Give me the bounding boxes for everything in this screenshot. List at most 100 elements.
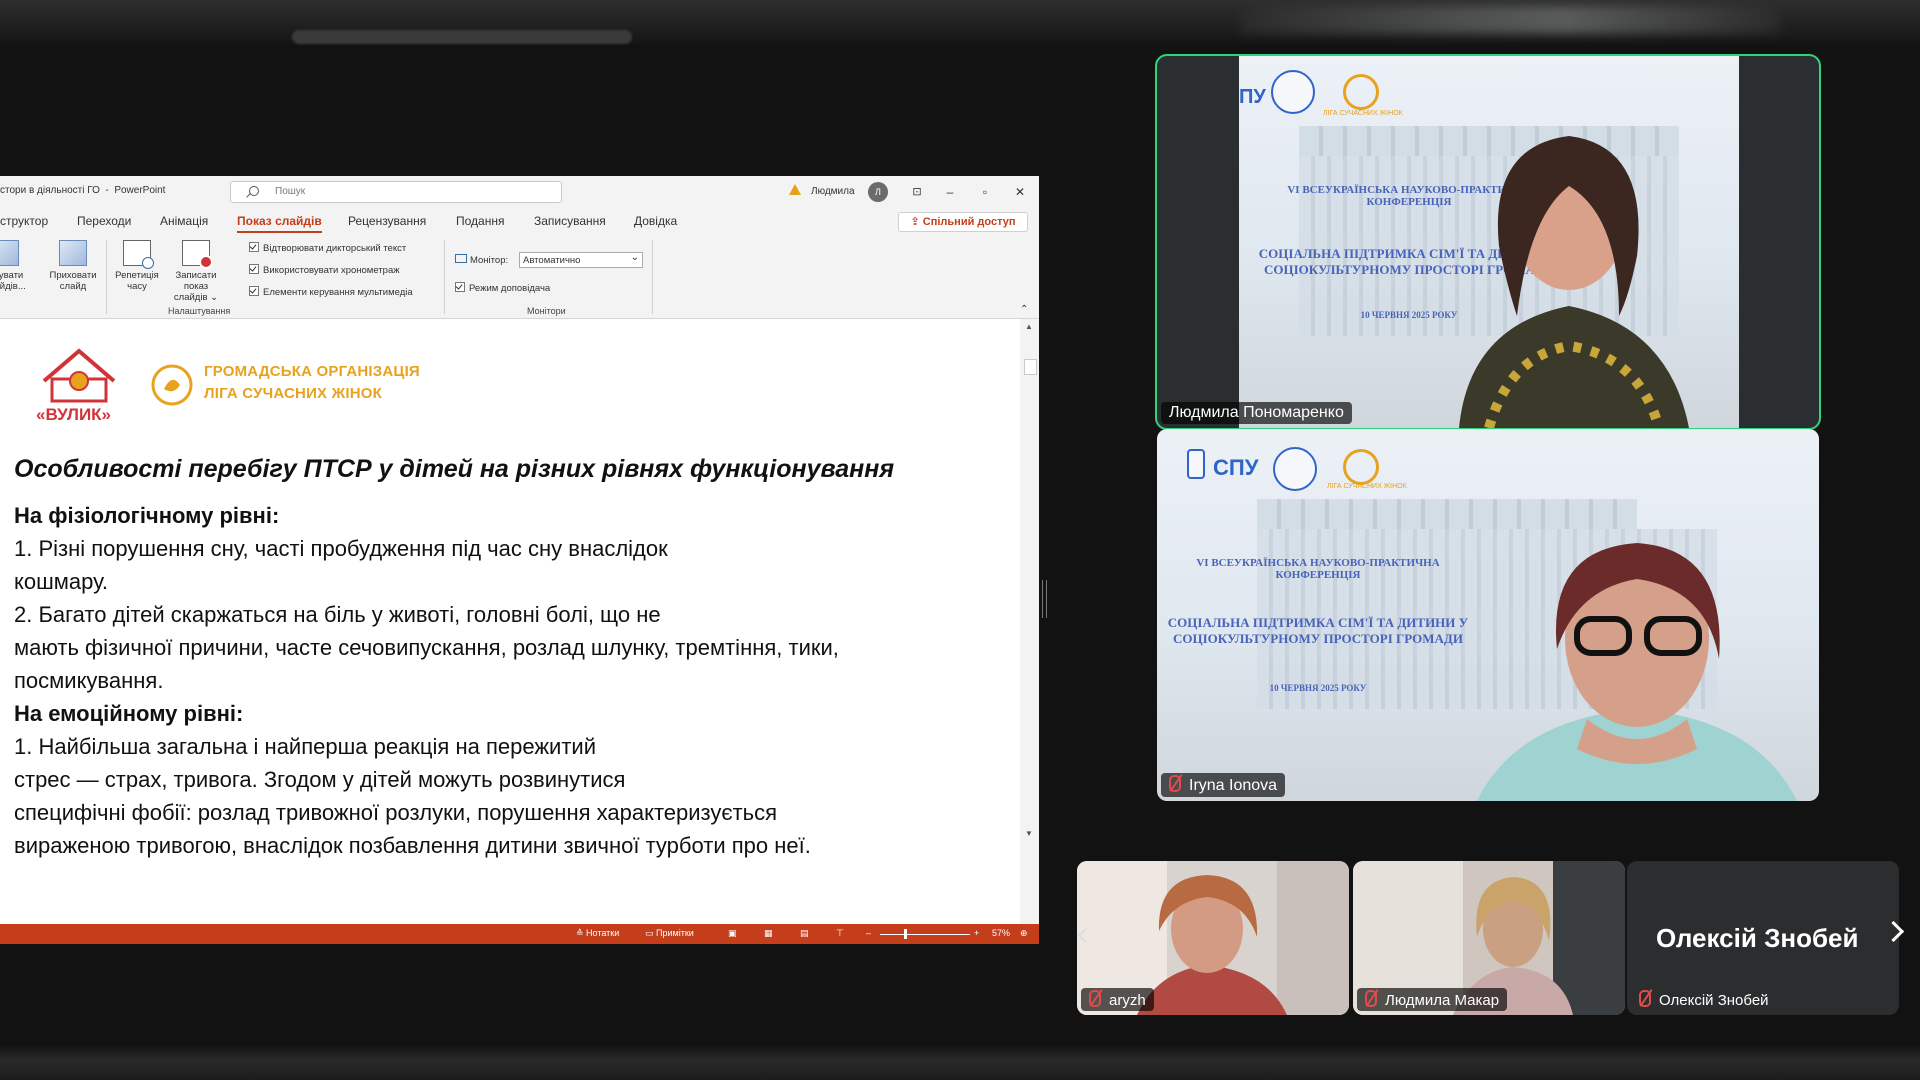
ppt-titlebar: стори в діяльності ГО - PowerPoint Пошук… xyxy=(0,176,1039,208)
slideshow-view-icon[interactable]: ⊤ xyxy=(836,928,844,939)
ribbon-separator xyxy=(106,240,107,314)
scroll-thumb[interactable] xyxy=(1024,359,1037,375)
group-label-monitors: Монітори xyxy=(527,306,566,316)
avatar[interactable]: Л xyxy=(868,182,888,202)
custom-slideshow-button[interactable]: штувати слайдів... xyxy=(0,240,32,292)
participant-placeholder-name: Олексій Знобей xyxy=(1656,923,1859,953)
user-name[interactable]: Людмила xyxy=(811,186,855,197)
record-slideshow-button[interactable]: Записати показ слайдів ⌄ xyxy=(166,240,226,303)
body-line: 1. Різні порушення сну, часті пробудженн… xyxy=(14,536,668,561)
monitor-label: Монітор: xyxy=(455,254,508,266)
zoom-slider-knob[interactable] xyxy=(904,929,907,939)
video-tile-4[interactable]: Людмила Макар xyxy=(1353,861,1625,1015)
participant-video xyxy=(1477,543,1797,801)
body-line: мають фізичної причини, часте сечовипуск… xyxy=(14,635,839,660)
record-icon xyxy=(182,240,213,269)
ribbon: штувати слайдів... Приховати слайд Репет… xyxy=(0,234,1039,319)
close-button[interactable]: ✕ xyxy=(1010,182,1030,202)
org-name: ГРОМАДСЬКА ОРГАНІЗАЦІЯ ЛІГА СУЧАСНИХ ЖІН… xyxy=(204,363,420,402)
group-label-setup: Налаштування xyxy=(168,306,231,316)
spu-logo: ПУ xyxy=(1239,86,1266,108)
tab-animations[interactable]: Анімація xyxy=(160,214,208,228)
body-line: вираженою тривогою, внаслідок позбавленн… xyxy=(14,833,811,858)
rehearse-timings-button[interactable]: Репетиція часу xyxy=(110,240,164,292)
participant-name: Iryna Ionova xyxy=(1161,773,1286,797)
fit-slide-icon[interactable]: ⊕ xyxy=(1020,928,1028,939)
top-tab-handle[interactable] xyxy=(292,30,632,44)
body-line: 2. Багато дітей скаржаться на біль у жив… xyxy=(14,602,661,627)
conference-poster: ПУ ЛІГА СУЧАСНИХ ЖІНОК VI ВСЕУКРАЇНСЬКА … xyxy=(1239,56,1739,428)
body-line: стрес — страх, тривога. Згодом у дітей м… xyxy=(14,767,626,792)
tab-help[interactable]: Довідка xyxy=(634,214,677,228)
league-emblem-icon xyxy=(1343,449,1379,485)
mic-off-icon xyxy=(1169,775,1181,792)
video-tile-1[interactable]: ПУ ЛІГА СУЧАСНИХ ЖІНОК VI ВСЕУКРАЇНСЬКА … xyxy=(1155,54,1821,430)
spu-logo: СПУ xyxy=(1213,455,1259,480)
tab-design[interactable]: структор xyxy=(0,214,48,228)
vertical-scrollbar[interactable]: ▲ ▼ xyxy=(1020,319,1039,924)
zoom-slider[interactable] xyxy=(880,934,970,935)
body-line: посмикування. xyxy=(14,668,164,693)
slide-body: На фізіологічному рівні: 1. Різні поруше… xyxy=(14,499,1004,862)
powerpoint-window: стори в діяльності ГО - PowerPoint Пошук… xyxy=(0,176,1039,944)
body-line: специфічні фобії: розлад тривожної розлу… xyxy=(14,800,778,825)
rehearse-clock-icon xyxy=(123,240,154,269)
zoom-in-icon[interactable]: + xyxy=(974,928,979,938)
normal-view-icon[interactable]: ▣ xyxy=(728,928,737,939)
vulyk-logo-text: «ВУЛИК» xyxy=(36,405,111,424)
tab-review[interactable]: Рецензування xyxy=(348,214,426,228)
participant-name: Олексій Знобей xyxy=(1631,988,1777,1011)
share-button[interactable]: ⇪ Спільний доступ xyxy=(898,212,1028,232)
splitter-handle[interactable] xyxy=(1042,580,1047,618)
body-line: 1. Найбільша загальна і найперша реакція… xyxy=(14,734,596,759)
heading-emotional: На емоційному рівні: xyxy=(14,701,244,726)
slide-title: Особливості перебігу ПТСР у дітей на різ… xyxy=(14,455,895,483)
mic-off-icon xyxy=(1365,990,1377,1007)
participant-video xyxy=(1459,136,1689,428)
participant-name: Людмила Пономаренко xyxy=(1161,402,1352,424)
zoom-level[interactable]: 57% xyxy=(992,928,1010,938)
hide-slide-button[interactable]: Приховати слайд xyxy=(46,240,100,292)
notes-button[interactable]: ≙ Нотатки xyxy=(576,928,619,939)
collapse-ribbon-icon[interactable]: ⌃ xyxy=(1020,304,1028,315)
scroll-down-icon[interactable]: ▼ xyxy=(1025,829,1033,838)
video-tile-3[interactable]: aryzh xyxy=(1077,861,1349,1015)
minimize-button[interactable]: – xyxy=(940,182,960,202)
narration-checkbox[interactable]: Відтворювати дикторський текст xyxy=(249,242,406,254)
timings-checkbox[interactable]: Використовувати хронометраж xyxy=(249,264,400,276)
emblem-icon xyxy=(1273,447,1317,491)
top-strip xyxy=(0,0,1920,48)
media-controls-checkbox[interactable]: Елементи керування мультимедіа xyxy=(249,286,413,298)
tab-view[interactable]: Подання xyxy=(456,214,504,228)
scroll-up-icon[interactable]: ▲ xyxy=(1025,322,1033,331)
conference-poster: СПУ ЛІГА СУЧАСНИХ ЖІНОК VI ВСЕУКРАЇНСЬКА… xyxy=(1157,429,1819,801)
tab-transitions[interactable]: Переходи xyxy=(77,214,131,228)
search-box[interactable]: Пошук xyxy=(230,181,562,203)
document-title: стори в діяльності ГО - PowerPoint xyxy=(0,185,166,196)
tab-slideshow[interactable]: Показ слайдів xyxy=(237,214,322,233)
comments-button[interactable]: ▭ Примітки xyxy=(645,928,694,939)
status-bar: ≙ Нотатки ▭ Примітки ▣ ▦ ▤ ⊤ – + 57% ⊕ xyxy=(0,924,1039,944)
top-glow xyxy=(1240,6,1780,34)
reading-view-icon[interactable]: ▤ xyxy=(800,928,809,939)
league-caption: ЛІГА СУЧАСНИХ ЖІНОК xyxy=(1323,110,1403,117)
warning-icon[interactable] xyxy=(789,184,801,195)
letterbox xyxy=(1157,56,1239,428)
league-emblem-icon xyxy=(1343,74,1379,110)
ribbon-separator xyxy=(444,240,445,314)
maximize-button[interactable]: ▫ xyxy=(975,182,995,202)
tab-record[interactable]: Записування xyxy=(534,214,606,228)
participant-name: Людмила Макар xyxy=(1357,988,1508,1011)
search-placeholder: Пошук xyxy=(275,186,306,197)
league-caption: ЛІГА СУЧАСНИХ ЖІНОК xyxy=(1327,483,1407,490)
emblem-icon xyxy=(1187,449,1205,479)
video-tile-5[interactable]: Олексій Знобей Олексій Знобей xyxy=(1627,861,1899,1015)
video-tile-2[interactable]: СПУ ЛІГА СУЧАСНИХ ЖІНОК VI ВСЕУКРАЇНСЬКА… xyxy=(1157,429,1819,801)
search-icon xyxy=(249,186,259,196)
zoom-out-icon[interactable]: – xyxy=(866,928,871,938)
presenter-view-checkbox[interactable]: Режим доповідача xyxy=(455,282,550,294)
ribbon-separator xyxy=(652,240,653,314)
slide-sorter-icon[interactable]: ▦ xyxy=(764,928,773,939)
ribbon-display-icon[interactable]: ⊡ xyxy=(907,182,927,202)
monitor-dropdown[interactable]: Автоматично xyxy=(519,250,643,268)
